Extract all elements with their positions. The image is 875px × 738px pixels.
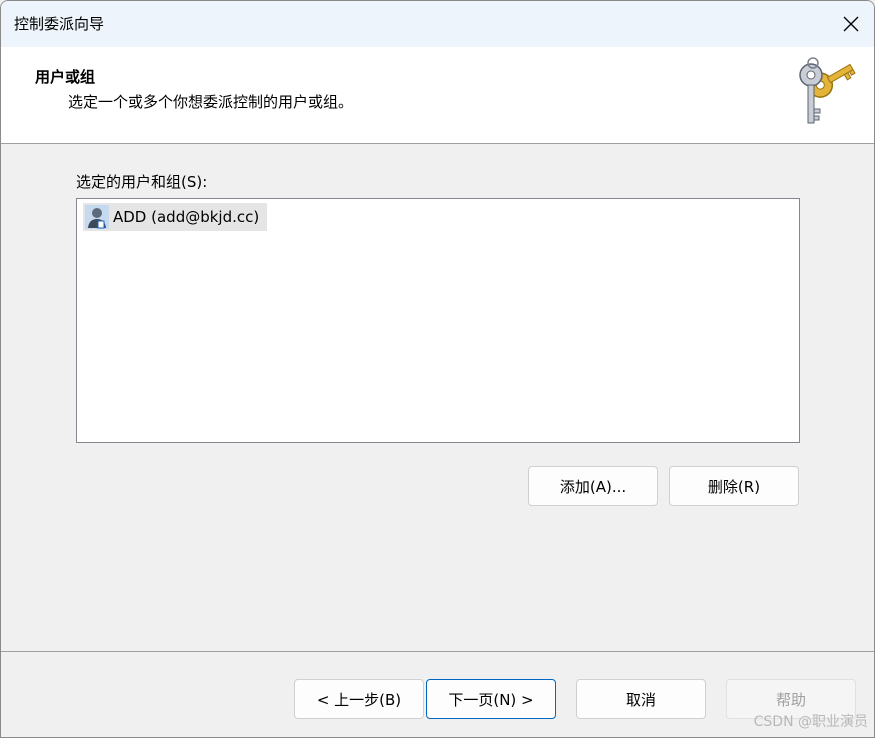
title-bar: 控制委派向导	[1, 1, 874, 47]
close-button[interactable]	[828, 1, 874, 47]
user-icon	[85, 205, 109, 229]
back-button[interactable]: < 上一步(B)	[294, 679, 424, 719]
list-item[interactable]: ADD (add@bkjd.cc)	[83, 203, 268, 231]
window-title: 控制委派向导	[14, 15, 105, 33]
page-subtitle: 选定一个或多个你想委派控制的用户或组。	[68, 93, 354, 111]
selected-users-listbox[interactable]: ADD (add@bkjd.cc)	[76, 198, 800, 443]
remove-button[interactable]: 删除(R)	[669, 466, 799, 506]
delegation-wizard-window: 控制委派向导 用户或组 选定一个或多个你想委派控制的用户或组。 选定的用户和组(…	[0, 0, 875, 738]
cancel-button[interactable]: 取消	[576, 679, 706, 719]
watermark: CSDN @职业演员	[753, 714, 868, 730]
page-title: 用户或组	[35, 68, 96, 86]
keys-icon	[799, 57, 856, 124]
users-list-label: 选定的用户和组(S):	[76, 173, 208, 191]
next-button[interactable]: 下一页(N) >	[426, 679, 556, 719]
add-button[interactable]: 添加(A)...	[528, 466, 658, 506]
wizard-header: 用户或组 选定一个或多个你想委派控制的用户或组。	[1, 47, 874, 144]
list-item-label: ADD (add@bkjd.cc)	[113, 208, 260, 226]
footer-divider	[1, 651, 874, 652]
close-icon	[843, 16, 859, 32]
